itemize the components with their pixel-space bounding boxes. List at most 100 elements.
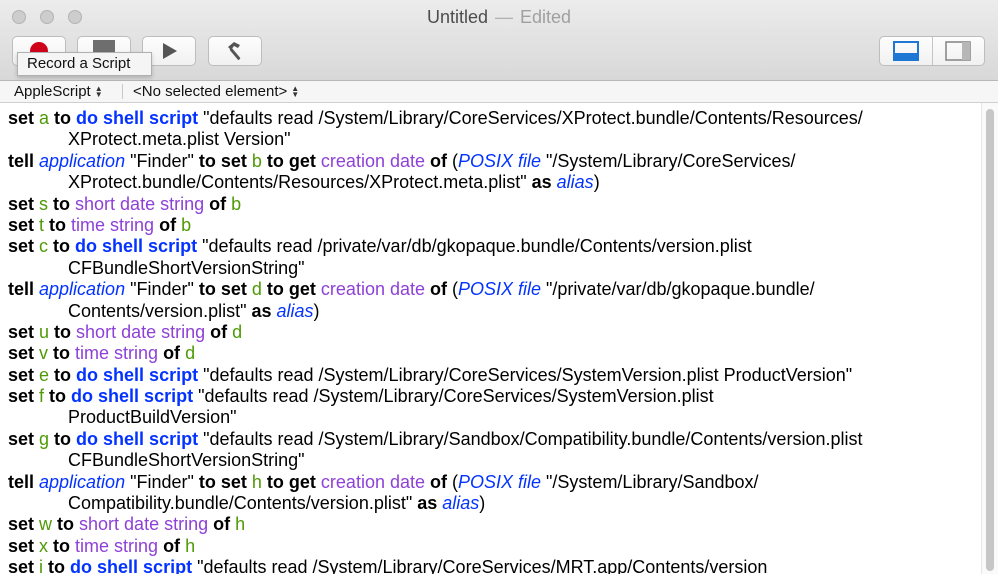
code-token: "Finder": [125, 150, 199, 171]
code-token: of: [154, 214, 182, 235]
code-token: CFBundleShortVersionString": [68, 450, 305, 471]
navigation-bar: AppleScript ▲ ▼ <No selected element> ▲ ▼: [0, 81, 998, 103]
code-token: e: [39, 364, 50, 385]
code-line: tell application "Finder" to set d to ge…: [8, 279, 968, 300]
code-line: XProtect.meta.plist Version": [8, 129, 968, 150]
code-token: to get: [261, 150, 321, 171]
code-token: set: [8, 214, 40, 235]
show-log-pane-button[interactable]: [880, 37, 932, 65]
element-popup[interactable]: <No selected element> ▲ ▼: [133, 81, 299, 102]
code-token: a: [39, 108, 50, 128]
compile-button[interactable]: [208, 36, 262, 66]
code-line: set x to time string of h: [8, 536, 968, 557]
script-text[interactable]: set a to do shell script "defaults read …: [8, 108, 968, 574]
code-token: do shell script: [76, 108, 199, 128]
element-label: <No selected element>: [133, 83, 288, 100]
code-line: set s to short date string of b: [8, 194, 968, 215]
editor-side-pane-icon: [945, 41, 972, 61]
code-token: CFBundleShortVersionString": [68, 257, 305, 278]
code-line: tell application "Finder" to set b to ge…: [8, 151, 968, 172]
code-line: tell application "Finder" to set h to ge…: [8, 472, 968, 493]
code-token: short date string: [76, 321, 206, 342]
code-token: set: [8, 343, 40, 364]
code-line: set e to do shell script "defaults read …: [8, 365, 968, 386]
code-token: to: [49, 321, 77, 342]
code-token: to set: [198, 471, 252, 492]
code-token: do shell script: [70, 557, 193, 574]
code-line: set a to do shell script "defaults read …: [8, 108, 968, 129]
document-name: Untitled: [426, 7, 488, 27]
code-token: "defaults read /System/Library/CoreServi…: [198, 364, 853, 385]
code-token: set: [8, 428, 40, 449]
code-token: to: [52, 514, 80, 535]
code-token: "/System/Library/CoreServices/: [541, 150, 796, 171]
code-token: "/private/var/db/gkopaque.bundle/: [541, 279, 815, 300]
code-line: set i to do shell script "defaults read …: [8, 557, 968, 574]
code-token: tell: [8, 150, 40, 171]
show-library-pane-button[interactable]: [931, 37, 985, 65]
code-token: to: [43, 557, 71, 574]
code-token: ProductBuildVersion": [68, 407, 237, 428]
code-token: do shell script: [76, 364, 199, 385]
code-token: set: [8, 535, 40, 556]
edited-status: Edited: [519, 7, 572, 27]
code-token: creation date: [320, 279, 425, 300]
code-token: to: [49, 108, 77, 128]
code-token: set: [8, 108, 40, 128]
code-line: Contents/version.plist" as alias): [8, 301, 968, 322]
code-token: as: [251, 300, 277, 321]
code-token: to get: [261, 279, 321, 300]
vertical-scrollbar[interactable]: [981, 103, 998, 574]
code-token: POSIX file: [458, 471, 542, 492]
code-token: time string: [75, 535, 159, 556]
editor-bottom-pane-icon: [892, 41, 919, 61]
code-token: d: [232, 321, 243, 342]
code-token: set: [8, 364, 40, 385]
code-token: alias: [556, 172, 594, 193]
code-token: b: [181, 214, 192, 235]
chevron-updown-icon: ▲ ▼: [291, 83, 300, 99]
code-token: set: [8, 236, 40, 257]
code-token: "/System/Library/Sandbox/: [541, 471, 759, 492]
code-token: Contents/version.plist": [68, 300, 252, 321]
code-token: short date string: [79, 514, 209, 535]
code-token: do shell script: [76, 428, 199, 449]
code-token: "defaults read /System/Library/CoreServi…: [198, 108, 863, 128]
code-line: set w to short date string of h: [8, 514, 968, 535]
record-tooltip: Record a Script: [17, 52, 152, 76]
code-token: of: [205, 321, 233, 342]
code-token: to: [44, 214, 72, 235]
code-token: alias: [276, 300, 314, 321]
code-token: set: [8, 321, 40, 342]
code-token: to set: [198, 279, 252, 300]
code-token: h: [235, 514, 246, 535]
code-token: time string: [71, 214, 155, 235]
chevron-updown-icon: ▲ ▼: [94, 83, 103, 99]
script-editor[interactable]: set a to do shell script "defaults read …: [0, 103, 998, 574]
code-line: set v to time string of d: [8, 343, 968, 364]
scrollbar-thumb[interactable]: [986, 109, 994, 571]
code-token: to: [49, 428, 77, 449]
code-token: w: [39, 514, 53, 535]
code-token: to: [44, 386, 72, 407]
code-line: set t to time string of b: [8, 215, 968, 236]
code-token: alias: [442, 493, 480, 514]
code-token: of: [158, 343, 186, 364]
code-token: set: [8, 514, 40, 535]
code-token: to: [48, 236, 76, 257]
language-popup[interactable]: AppleScript ▲ ▼: [14, 81, 103, 102]
code-token: set: [8, 557, 40, 574]
code-token: to get: [261, 471, 321, 492]
code-token: application: [39, 150, 126, 171]
code-line: Compatibility.bundle/Contents/version.pl…: [8, 493, 968, 514]
window-title: Untitled — Edited: [0, 7, 998, 28]
code-token: do shell script: [75, 236, 198, 257]
code-line: set u to short date string of d: [8, 322, 968, 343]
code-token: x: [39, 535, 49, 556]
code-token: application: [39, 279, 126, 300]
code-token: b: [231, 193, 242, 214]
code-token: h: [251, 471, 262, 492]
code-token: set: [8, 193, 40, 214]
code-token: application: [39, 471, 126, 492]
code-token: ): [593, 172, 600, 193]
